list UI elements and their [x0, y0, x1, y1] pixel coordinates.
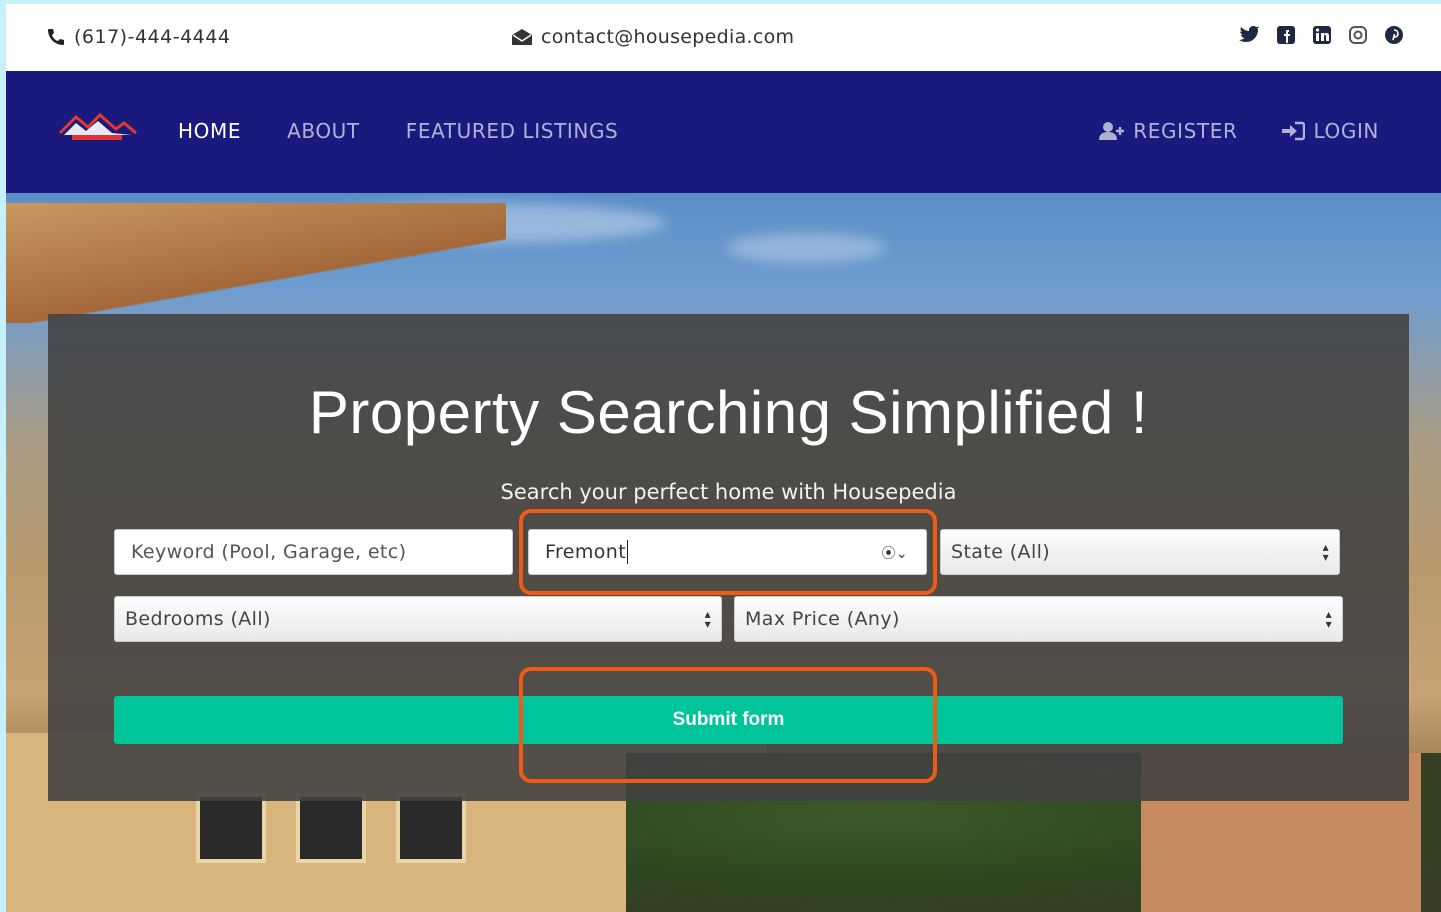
phone-contact[interactable]: (617)-444-4444 — [46, 26, 230, 48]
sign-in-icon — [1282, 121, 1306, 141]
auth-links: REGISTER LOGIN — [1099, 119, 1379, 143]
main-navbar: HOME ABOUT FEATURED LISTINGS REGISTER LO… — [6, 71, 1441, 193]
email-contact[interactable]: contact@housepedia.com — [511, 26, 794, 48]
window — [196, 793, 266, 863]
phone-number: (617)-444-4444 — [74, 26, 231, 48]
hero-subtitle: Search your perfect home with Housepedia — [500, 480, 957, 504]
select-arrows-icon: ▴ ▾ — [1325, 607, 1332, 631]
pinterest-icon[interactable] — [1383, 24, 1405, 46]
housepedia-logo[interactable] — [58, 111, 138, 145]
page: (617)-444-4444 contact@housepedia.com HO… — [6, 4, 1441, 912]
register-link[interactable]: REGISTER — [1099, 119, 1237, 143]
keyword-placeholder: Keyword (Pool, Garage, etc) — [131, 541, 407, 563]
bedrooms-select[interactable]: Bedrooms (All) ▴ ▾ — [114, 596, 722, 642]
search-panel: Property Searching Simplified ! Search y… — [48, 314, 1409, 801]
cloud — [726, 233, 886, 263]
nav-about[interactable]: ABOUT — [287, 119, 360, 143]
nav-featured-listings[interactable]: FEATURED LISTINGS — [406, 119, 619, 143]
user-plus-icon — [1099, 122, 1125, 140]
register-label: REGISTER — [1133, 119, 1238, 143]
linkedin-icon[interactable] — [1311, 24, 1333, 46]
bedrooms-selected: Bedrooms (All) — [125, 608, 271, 630]
nav-links: HOME ABOUT FEATURED LISTINGS — [178, 119, 618, 143]
window — [396, 793, 466, 863]
max-price-select[interactable]: Max Price (Any) ▴ ▾ — [734, 596, 1343, 642]
roof — [6, 203, 506, 323]
nav-home[interactable]: HOME — [178, 119, 241, 143]
keyword-input[interactable]: Keyword (Pool, Garage, etc) — [114, 529, 513, 575]
contact-bar: (617)-444-4444 contact@housepedia.com — [6, 4, 1441, 71]
social-links — [1239, 24, 1405, 46]
twitter-icon[interactable] — [1239, 24, 1261, 46]
instagram-icon[interactable] — [1347, 24, 1369, 46]
highlight-box-city — [519, 509, 937, 595]
state-select[interactable]: State (All) ▴ ▾ — [940, 529, 1340, 575]
max-price-selected: Max Price (Any) — [745, 608, 900, 630]
envelope-open-icon — [512, 29, 532, 45]
hero-title: Property Searching Simplified ! — [308, 379, 1149, 446]
select-arrows-icon: ▴ ▾ — [1322, 540, 1329, 564]
email-address: contact@housepedia.com — [541, 26, 795, 48]
login-link[interactable]: LOGIN — [1281, 119, 1379, 143]
login-label: LOGIN — [1313, 119, 1379, 143]
phone-icon — [48, 29, 64, 45]
highlight-box-submit — [519, 667, 937, 783]
state-selected: State (All) — [951, 541, 1051, 563]
select-arrows-icon: ▴ ▾ — [704, 607, 711, 631]
facebook-icon[interactable] — [1275, 24, 1297, 46]
window — [296, 793, 366, 863]
